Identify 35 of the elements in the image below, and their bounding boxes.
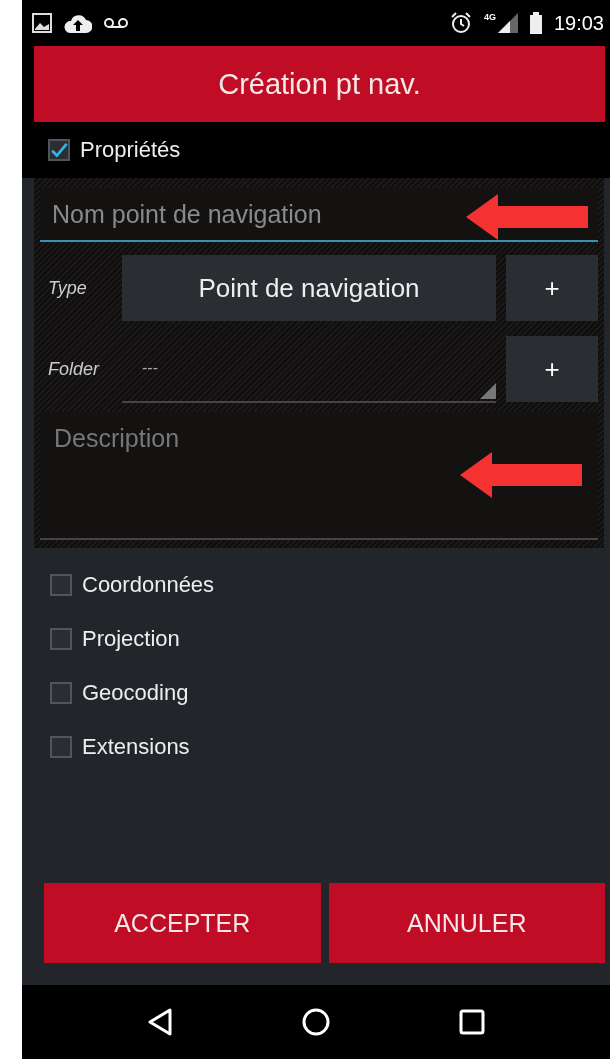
network-type: 4G [483, 12, 496, 22]
cancel-button[interactable]: ANNULER [328, 883, 605, 963]
arrow-icon [460, 452, 582, 498]
checkbox[interactable] [50, 736, 72, 758]
home-icon[interactable] [302, 1008, 330, 1036]
alarm-icon [449, 12, 472, 34]
add-button[interactable]: + [506, 336, 598, 402]
checkbox-label: Extensions [82, 734, 190, 760]
arrow-icon [466, 194, 588, 240]
checkbox-label: Projection [82, 626, 180, 652]
name-field[interactable]: Nom point de navigation [40, 188, 598, 242]
add-button[interactable]: + [506, 255, 598, 321]
cloud-upload-icon [64, 13, 92, 33]
checkbox[interactable] [50, 574, 72, 596]
folder-dropdown[interactable]: --- [122, 335, 496, 403]
dialog-title: Création pt nav. [34, 46, 605, 122]
checkbox-label: Propriétés [80, 137, 181, 163]
checkbox[interactable] [50, 628, 72, 650]
voicemail-icon [104, 17, 128, 29]
back-icon[interactable] [146, 1008, 173, 1036]
recent-apps-icon[interactable] [459, 1009, 486, 1035]
description-field[interactable]: Description [40, 412, 598, 540]
battery-icon [529, 12, 542, 34]
checkbox[interactable] [50, 682, 72, 704]
type-label: Type [47, 277, 88, 299]
folder-label: Folder [47, 358, 101, 380]
dropdown-corner-icon [480, 383, 496, 399]
signal-icon [497, 13, 518, 33]
checkbox-label: Coordonnées [82, 572, 215, 598]
image-icon [32, 13, 52, 33]
accept-button[interactable]: ACCEPTER [44, 883, 321, 963]
checkbox-label: Geocoding [82, 680, 189, 706]
type-button[interactable]: Point de navigation [122, 255, 496, 321]
clock: 19:03 [553, 11, 604, 35]
checkbox[interactable] [48, 139, 70, 161]
